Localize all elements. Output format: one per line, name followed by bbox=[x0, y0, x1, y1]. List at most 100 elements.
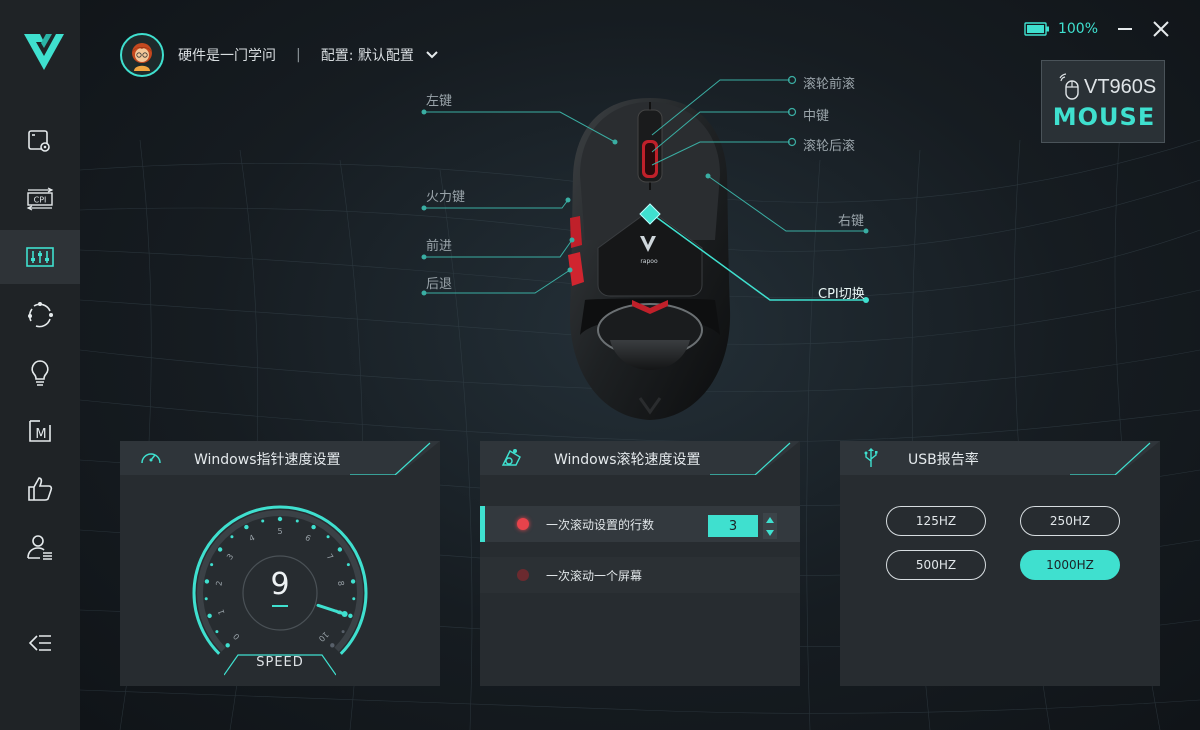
user-settings-icon bbox=[27, 535, 52, 560]
stepper-up-button[interactable] bbox=[763, 513, 777, 526]
sidebar-item-general[interactable] bbox=[0, 114, 80, 168]
panel-header: USB报告率 bbox=[840, 441, 1160, 475]
close-button[interactable] bbox=[1152, 20, 1170, 38]
battery-icon bbox=[1024, 22, 1049, 36]
gauge-tick-label: 6 bbox=[304, 533, 313, 543]
gauge-tick-label: 10 bbox=[317, 630, 331, 644]
rate-250-button[interactable]: 250HZ bbox=[1020, 506, 1120, 536]
gauge-tick bbox=[244, 524, 249, 530]
sidebar-collapse-button[interactable] bbox=[0, 616, 80, 670]
option-label: 一次滚动一个屏幕 bbox=[546, 568, 643, 583]
lines-stepper bbox=[763, 513, 777, 539]
gauge-tick bbox=[210, 563, 214, 567]
header-decoration bbox=[710, 441, 800, 475]
svg-text:CPI: CPI bbox=[34, 196, 47, 205]
mouse-label-back[interactable]: 后退 bbox=[426, 273, 452, 292]
triangle-down-icon bbox=[766, 529, 774, 536]
cycle-icon bbox=[28, 302, 53, 328]
battery-indicator: 100% bbox=[1024, 21, 1098, 37]
gauge-tick bbox=[217, 547, 223, 552]
speedometer-icon bbox=[141, 453, 161, 464]
avatar-illustration bbox=[132, 43, 152, 71]
lines-input[interactable]: 3 bbox=[708, 515, 758, 537]
battery-percent: 100% bbox=[1057, 21, 1098, 37]
scroll-speed-panel: Windows滚轮速度设置 一次滚动设置的行数 3 一次滚动一个屏幕 bbox=[480, 441, 800, 686]
scroll-option-lines[interactable]: 一次滚动设置的行数 3 bbox=[480, 506, 800, 542]
mouse-label-right[interactable]: 右键 bbox=[838, 210, 864, 229]
svg-text:M: M bbox=[35, 427, 46, 442]
thumbs-up-icon bbox=[28, 477, 53, 501]
gauge-tick bbox=[277, 516, 283, 522]
gauge-tick-label: 0 bbox=[232, 632, 242, 642]
sidebar-item-macro[interactable]: M bbox=[0, 404, 80, 458]
window-controls: 100% bbox=[1024, 20, 1170, 38]
gauge-tick bbox=[295, 519, 299, 523]
sidebar-item-cycle[interactable] bbox=[0, 288, 80, 342]
pointer-speed-panel: Windows指针速度设置 012345678910 9 SPEED bbox=[120, 441, 440, 686]
header-decoration bbox=[350, 441, 440, 475]
gauge-tick bbox=[326, 535, 330, 539]
gauge-tick bbox=[207, 613, 212, 619]
equalizer-icon bbox=[26, 247, 54, 267]
triangle-up-icon bbox=[766, 516, 774, 523]
gauge-tick bbox=[261, 519, 265, 523]
sidebar-item-lighting[interactable] bbox=[0, 346, 80, 400]
gauge-tick-label: 3 bbox=[225, 552, 235, 561]
header-decoration bbox=[1070, 441, 1160, 475]
avatar[interactable] bbox=[120, 33, 164, 77]
gauge-tick bbox=[215, 630, 219, 634]
scroll-wheel-icon bbox=[501, 449, 521, 466]
mouse-label-cpi[interactable]: CPI切换 bbox=[818, 283, 865, 302]
gauge-tick-label: 8 bbox=[336, 580, 346, 586]
lightbulb-icon bbox=[31, 360, 49, 386]
device-model: VT960S bbox=[1084, 76, 1157, 98]
gauge-tick bbox=[204, 579, 210, 584]
sidebar-item-buttons[interactable] bbox=[0, 230, 80, 284]
profile-selector[interactable]: 配置: 默认配置 bbox=[321, 45, 414, 65]
mouse-label-scroll-up[interactable]: 滚轮前滚 bbox=[803, 73, 855, 92]
device-type: MOUSE bbox=[1052, 103, 1156, 131]
rate-1000-button[interactable]: 1000HZ bbox=[1020, 550, 1120, 580]
gauge-tick bbox=[311, 524, 316, 530]
mouse-label-fire[interactable]: 火力键 bbox=[426, 186, 465, 205]
gauge-tick-label: 1 bbox=[216, 608, 226, 616]
gauge-tick-label: 5 bbox=[277, 527, 282, 536]
panel-title: USB报告率 bbox=[908, 452, 979, 468]
mouse-label-middle[interactable]: 中键 bbox=[803, 105, 829, 124]
sidebar-item-cpi[interactable]: CPI bbox=[0, 172, 80, 226]
usb-icon bbox=[864, 448, 878, 467]
panel-title: Windows指针速度设置 bbox=[194, 452, 341, 468]
selected-indicator bbox=[480, 506, 485, 542]
option-label: 一次滚动设置的行数 bbox=[546, 517, 655, 532]
gauge-tick bbox=[350, 579, 356, 584]
rate-125-button[interactable]: 125HZ bbox=[886, 506, 986, 536]
radio-dot-selected[interactable] bbox=[517, 518, 529, 530]
sidebar-item-like[interactable] bbox=[0, 462, 80, 516]
sidebar-item-account[interactable] bbox=[0, 520, 80, 574]
panel-header: Windows指针速度设置 bbox=[120, 441, 440, 475]
gauge-needle-tip bbox=[341, 611, 348, 618]
minimize-button[interactable] bbox=[1116, 20, 1134, 38]
gauge-tick-label: 4 bbox=[248, 533, 257, 543]
device-badge[interactable]: VT960S MOUSE bbox=[1041, 60, 1165, 143]
chevron-down-icon[interactable] bbox=[424, 47, 440, 63]
macro-icon: M bbox=[29, 420, 51, 442]
gauge-tick-label: 2 bbox=[214, 580, 224, 586]
speed-label: SPEED bbox=[256, 655, 304, 670]
radio-dot[interactable] bbox=[517, 569, 529, 581]
mouse-label-left[interactable]: 左键 bbox=[426, 90, 452, 109]
header-separator: | bbox=[296, 47, 301, 63]
scroll-option-screen[interactable]: 一次滚动一个屏幕 bbox=[480, 557, 800, 593]
stepper-down-button[interactable] bbox=[763, 526, 777, 539]
sidebar: CPI M bbox=[0, 0, 80, 730]
gauge-tick bbox=[230, 535, 234, 539]
rate-500-button[interactable]: 500HZ bbox=[886, 550, 986, 580]
mouse-label-scroll-down[interactable]: 滚轮后滚 bbox=[803, 135, 855, 154]
screen-gear-icon bbox=[28, 130, 50, 152]
gauge-tick bbox=[337, 547, 343, 552]
cpi-icon: CPI bbox=[26, 187, 54, 211]
user-name: 硬件是一门学问 bbox=[178, 48, 276, 64]
gauge-tick bbox=[346, 563, 350, 567]
gauge-tick bbox=[204, 597, 208, 601]
mouse-label-forward[interactable]: 前进 bbox=[426, 235, 452, 254]
